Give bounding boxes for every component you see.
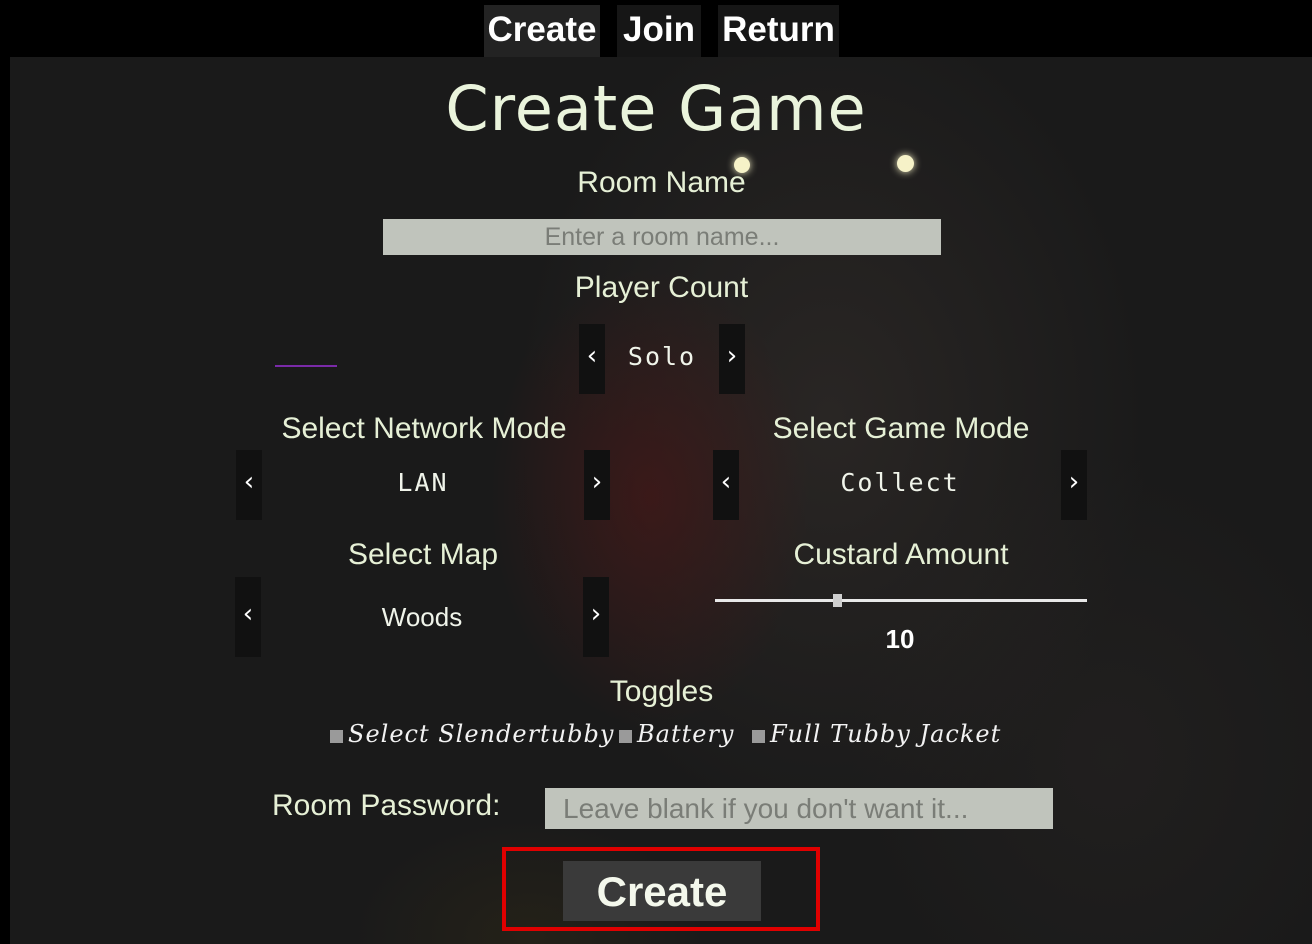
custard-amount-value: 10 bbox=[885, 624, 915, 654]
map-value: Woods bbox=[381, 602, 463, 632]
create-button[interactable]: Create bbox=[563, 861, 761, 921]
map-prev-button[interactable]: ‹ bbox=[235, 577, 261, 657]
room-name-label: Room Name bbox=[577, 166, 746, 199]
custard-amount-label: Custard Amount bbox=[793, 538, 1009, 571]
room-password-label: Room Password: bbox=[272, 789, 501, 822]
player-count-value: Solo bbox=[627, 342, 697, 371]
page-title: Create Game bbox=[445, 72, 867, 145]
room-password-input[interactable] bbox=[545, 788, 1053, 829]
player-count-label: Player Count bbox=[574, 271, 749, 304]
game-mode-next-button[interactable]: › bbox=[1061, 450, 1087, 520]
toggle-label-battery: Battery bbox=[637, 720, 735, 748]
game-mode-prev-button[interactable]: ‹ bbox=[713, 450, 739, 520]
tab-return[interactable]: Return bbox=[718, 5, 839, 57]
game-mode-value: Collect bbox=[840, 468, 960, 497]
player-count-prev-button[interactable]: ‹ bbox=[579, 324, 605, 394]
map-label: Select Map bbox=[347, 538, 499, 571]
purple-light-streak bbox=[275, 365, 337, 367]
map-next-button[interactable]: › bbox=[583, 577, 609, 657]
toggle-label-slendertubby: Select Slendertubby bbox=[348, 720, 615, 748]
checkbox-slendertubby[interactable] bbox=[330, 730, 343, 743]
tab-create[interactable]: Create bbox=[484, 5, 600, 57]
room-name-input[interactable] bbox=[383, 219, 941, 255]
player-count-next-button[interactable]: › bbox=[719, 324, 745, 394]
game-mode-label: Select Game Mode bbox=[772, 412, 1030, 445]
toggles-label: Toggles bbox=[609, 675, 714, 708]
toggle-select-slendertubby[interactable]: Select Slendertubby bbox=[330, 720, 613, 752]
toggle-full-tubby-jacket[interactable]: Full Tubby Jacket bbox=[752, 720, 1012, 752]
custard-slider-track[interactable] bbox=[715, 599, 1087, 602]
custard-slider-handle[interactable] bbox=[833, 594, 843, 607]
network-mode-next-button[interactable]: › bbox=[584, 450, 610, 520]
toggle-label-full-tubby-jacket: Full Tubby Jacket bbox=[770, 720, 1002, 748]
network-mode-value: LAN bbox=[397, 468, 449, 497]
toggle-battery[interactable]: Battery bbox=[619, 720, 744, 752]
checkbox-full-tubby-jacket[interactable] bbox=[752, 730, 765, 743]
checkbox-battery[interactable] bbox=[619, 730, 632, 743]
network-mode-prev-button[interactable]: ‹ bbox=[236, 450, 262, 520]
network-mode-label: Select Network Mode bbox=[281, 412, 567, 445]
tab-join[interactable]: Join bbox=[617, 5, 701, 57]
